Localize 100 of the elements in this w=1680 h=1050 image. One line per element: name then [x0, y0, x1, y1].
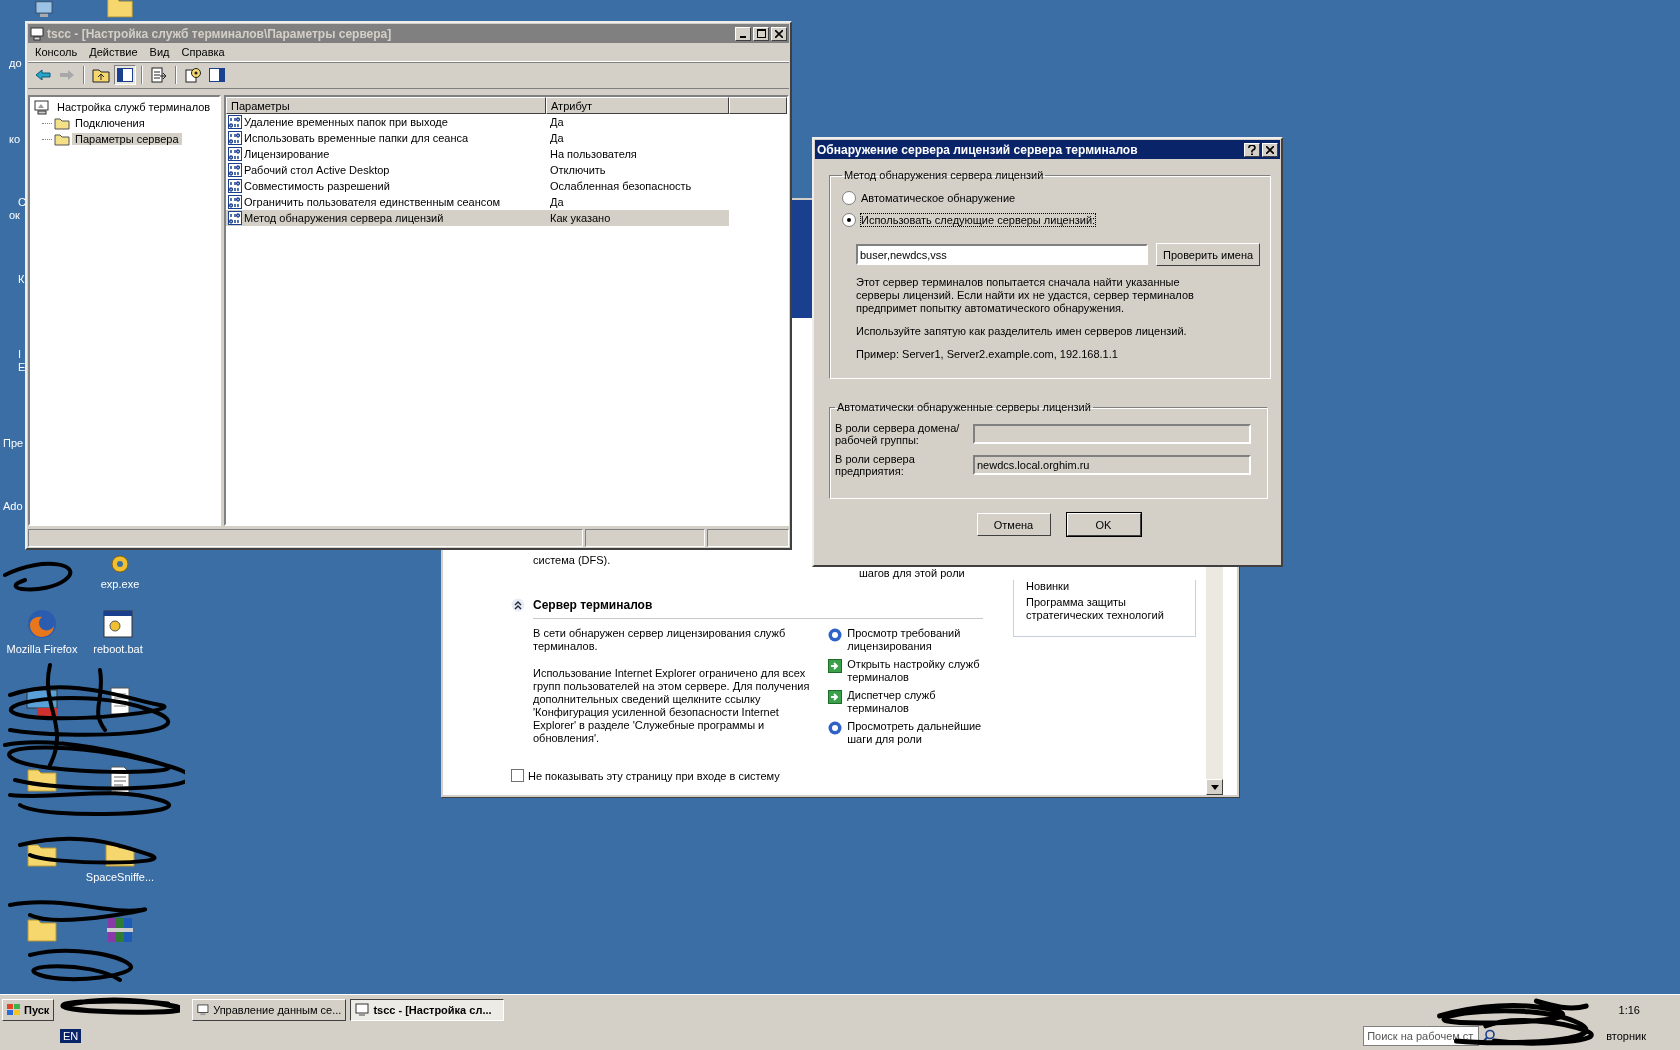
cancel-button[interactable]: Отмена [976, 513, 1051, 536]
section-title: Сервер терминалов [533, 598, 653, 612]
table-cell-text: На пользователя [549, 148, 638, 160]
icon-label: Пре [3, 437, 24, 449]
window-icon[interactable] [197, 1003, 210, 1017]
input-field[interactable]: buser,newdcs,vss [856, 244, 1148, 265]
setting-icon [228, 179, 242, 193]
table-row[interactable]: Метод обнаружения сервера лицензий Как указано [226, 210, 729, 226]
setting-icon [228, 115, 242, 129]
table-cell-text: Да [549, 116, 565, 128]
day-text: вторник [1606, 1030, 1646, 1042]
body-text: В сети обнаружен сервер лицензирования служб терминалов. [533, 627, 787, 653]
radio-button[interactable] [842, 191, 856, 205]
table-row[interactable]: Рабочий стол Active Desktop Отключить [226, 162, 729, 178]
radio-label[interactable]: Автоматическое обнаружение [861, 192, 1016, 204]
task-link[interactable]: Диспетчер служб терминалов [847, 689, 983, 715]
menu-item[interactable]: Консоль [32, 46, 85, 58]
monitor-icon[interactable] [25, 688, 59, 718]
table-cell: Метод обнаружения сервера лицензий [244, 212, 444, 224]
archive-icon[interactable] [104, 915, 136, 945]
setting-icon [228, 147, 242, 161]
folder-icon [54, 116, 70, 130]
group-title: Автоматически обнаруженные серверы лицензий [836, 401, 1092, 413]
icon-label: I [18, 348, 22, 360]
caret-down-icon[interactable] [1210, 784, 1219, 790]
folder-icon [54, 132, 70, 146]
radio-label[interactable]: Использовать следующие серверы лицензий: [861, 214, 1096, 226]
search-field[interactable]: Поиск на рабочем ст [1363, 1026, 1480, 1046]
column-header[interactable]: Параметры [226, 97, 546, 114]
icon-label: E [18, 361, 26, 373]
close-icon[interactable] [1266, 145, 1274, 154]
computer-icon [34, 99, 50, 115]
field-label: В роли сервера домена/рабочей группы: [835, 422, 961, 446]
language-indicator[interactable]: EN [60, 1029, 82, 1043]
icon-label: reboot.bat [93, 643, 143, 655]
help-button[interactable] [1244, 142, 1260, 157]
table-row[interactable]: Совместимость разрешений Ослабленная безопасность [226, 178, 729, 194]
description-text: Этот сервер терминалов попытается сначала найти указанные серверы лицензий. Если найти их не удастся, сервер терминалов предпримет попытку автоматического обнаружения. [856, 276, 1195, 315]
table-row[interactable]: Лицензирование На пользователя [226, 146, 729, 162]
column-header[interactable] [729, 97, 787, 114]
computer-icon[interactable] [32, 0, 56, 18]
taskbar-button[interactable]: tscc - [Настройка сл... [350, 999, 505, 1021]
task-link[interactable]: Просмотр требований лицензирования [847, 627, 983, 653]
table-cell-text: Да [549, 196, 565, 208]
icon-label: Mozilla Firefox [6, 643, 78, 655]
body-text: Использование Internet Explorer ограничено для всех групп пользователей на этом сервере. Для получения дополнительных сведений щелкните ссылку 'Конфигурация усиленной безопасности Internet Explorer' в разделе 'Служебные программы и обновления'. [533, 667, 811, 745]
table-cell-text: Как указано [549, 212, 612, 224]
dialog-title: Обнаружение сервера лицензий сервера терминалов [817, 142, 1139, 157]
radio-button[interactable] [842, 213, 856, 227]
icon-label: до [9, 57, 22, 69]
icon-label: ко [9, 133, 21, 145]
windows-logo-icon[interactable] [7, 1004, 21, 1016]
window-title: tscc - [Настройка служб терминалов\Параметры сервера] [47, 26, 393, 41]
menu-item[interactable]: Вид [146, 46, 177, 58]
checkbox[interactable] [511, 769, 524, 782]
table-cell: Использовать временные папки для сеанса [244, 132, 469, 144]
table-cell: Лицензирование [244, 148, 330, 160]
start-button[interactable]: Пуск [2, 999, 55, 1021]
setting-icon [228, 211, 242, 225]
setting-icon [228, 163, 242, 177]
ok-button[interactable]: OK [1066, 513, 1141, 536]
table-row[interactable]: Использовать временные папки для сеанса Да [226, 130, 729, 146]
collapse-icon[interactable] [511, 598, 525, 612]
sidebar-link[interactable]: Новинки [1026, 580, 1185, 593]
icon-label: SpaceSniffe... [85, 871, 155, 883]
table-cell-text: Отключить [549, 164, 607, 176]
clock-text: 1:16 [1618, 1004, 1640, 1016]
sidebar-link[interactable]: Программа защиты стратегических технологий [1026, 596, 1185, 622]
tree-item[interactable]: Параметры сервера [72, 133, 182, 145]
table-cell-text: Ослабленная безопасность [549, 180, 693, 192]
search-icon[interactable] [1482, 1029, 1497, 1043]
action-pane-icon[interactable] [206, 65, 228, 85]
table-cell-text: Да [549, 132, 565, 144]
icon-label: К [18, 273, 25, 285]
setting-icon [228, 131, 242, 145]
close-button[interactable] [1262, 142, 1278, 157]
icon-label: С [18, 196, 26, 208]
menu-item[interactable]: Действие [86, 46, 145, 58]
table-row[interactable]: Ограничить пользователя единственным сеансом Да [226, 194, 729, 210]
tree-item[interactable]: Настройка служб терминалов [54, 101, 214, 113]
group-title: Метод обнаружения сервера лицензий [843, 169, 1045, 181]
table-cell: Рабочий стол Active Desktop [244, 164, 390, 176]
table-row[interactable]: Удаление временных папок при выходе Да [226, 114, 729, 130]
table-cell: Удаление временных папок при выходе [244, 116, 448, 128]
tree-item[interactable]: Подключения [72, 117, 148, 129]
table-cell: Совместимость разрешений [244, 180, 390, 192]
icon-label: exp.exe [100, 578, 140, 590]
computer-icon [30, 26, 44, 41]
taskbar-button[interactable]: Управление данным се... [192, 999, 347, 1021]
task-link[interactable]: Просмотреть дальнейшие шаги для роли [847, 720, 983, 746]
body-text: система (DFS). [533, 554, 611, 566]
check-names-button[interactable]: Проверить имена [1156, 243, 1261, 266]
checkbox-label[interactable]: Не показывать эту страницу при входе в систему [528, 769, 780, 782]
task-link[interactable]: Открыть настройку служб терминалов [847, 658, 983, 684]
menu-item[interactable]: Справка [178, 46, 232, 58]
scroll-down-button[interactable] [1206, 779, 1223, 795]
batch-file-icon[interactable] [102, 608, 134, 640]
tree-pane-icon[interactable] [114, 65, 136, 85]
column-header[interactable]: Атрибут [546, 97, 729, 114]
task-link[interactable]: шагов для этой роли [859, 567, 965, 579]
